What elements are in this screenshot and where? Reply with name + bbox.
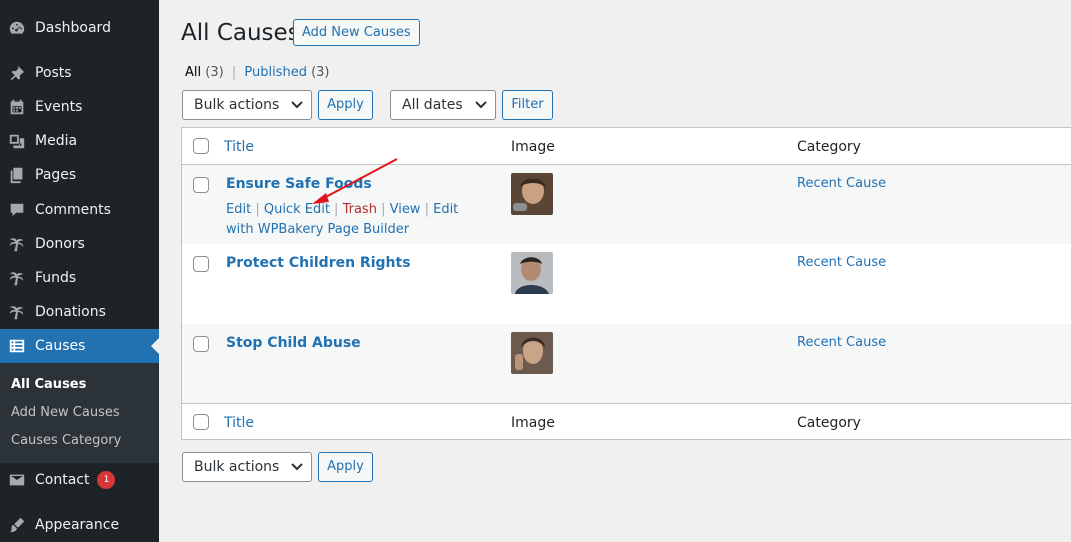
sidebar-item-label: Pages: [35, 167, 77, 183]
filter-button[interactable]: Filter: [502, 90, 553, 120]
row-category-link[interactable]: Recent Cause: [797, 176, 886, 191]
table-row: Stop Child Abuse Recent Cause: [182, 324, 1071, 403]
pin-icon: [7, 63, 27, 83]
causes-table: Title Image Category Ensure Safe Foods E…: [181, 127, 1071, 440]
row-category-link[interactable]: Recent Cause: [797, 255, 886, 270]
sidebar-item-donations[interactable]: Donations: [0, 295, 159, 329]
sidebar-item-donors[interactable]: Donors: [0, 227, 159, 261]
admin-sidebar: Dashboard Posts Events Media Pages Comme…: [0, 0, 159, 542]
column-image-footer: Image: [511, 415, 555, 431]
sidebar-item-comments[interactable]: Comments: [0, 193, 159, 227]
sidebar-item-pages[interactable]: Pages: [0, 158, 159, 192]
sidebar-item-label: Donors: [35, 236, 85, 252]
sidebar-item-events[interactable]: Events: [0, 90, 159, 124]
column-title-sort-footer[interactable]: Title: [224, 415, 254, 431]
palm-tree-icon: [7, 302, 27, 322]
apply-button-top[interactable]: Apply: [318, 90, 373, 120]
date-filter-value: All dates: [402, 97, 463, 113]
sidebar-item-label: Comments: [35, 202, 111, 218]
cause-thumbnail: [511, 252, 553, 294]
sidebar-item-posts[interactable]: Posts: [0, 56, 159, 90]
sidebar-item-label: Dashboard: [35, 20, 111, 36]
chevron-down-icon: [291, 463, 303, 471]
table-footer: Title Image Category: [182, 403, 1071, 440]
sidebar-item-contact[interactable]: Contact 1: [0, 463, 159, 497]
row-title-link[interactable]: Stop Child Abuse: [226, 335, 361, 351]
row-checkbox[interactable]: [193, 177, 209, 193]
bulk-actions-select-bottom[interactable]: Bulk actions: [182, 452, 312, 482]
sidebar-item-label: Events: [35, 99, 83, 115]
column-image: Image: [511, 139, 555, 155]
sidebar-item-label: Causes: [35, 338, 86, 354]
row-actions: Edit | Quick Edit | Trash | View | Edit …: [226, 202, 459, 237]
sidebar-item-appearance[interactable]: Appearance: [0, 508, 159, 542]
chevron-down-icon: [475, 101, 487, 109]
filter-all-link[interactable]: All: [185, 65, 201, 80]
select-all-checkbox[interactable]: [193, 138, 209, 154]
mail-icon: [7, 470, 27, 490]
sidebar-item-label: Posts: [35, 65, 72, 81]
filter-separator: |: [231, 65, 237, 80]
apply-button-bottom[interactable]: Apply: [318, 452, 373, 482]
cause-thumbnail: [511, 173, 553, 215]
main-content: All Causes Add New Causes All (3) | Publ…: [159, 0, 1071, 542]
sidebar-item-media[interactable]: Media: [0, 124, 159, 158]
sidebar-item-label: Donations: [35, 304, 106, 320]
chevron-down-icon: [291, 101, 303, 109]
media-icon: [7, 131, 27, 151]
palm-tree-icon: [7, 268, 27, 288]
sidebar-item-label: Contact: [35, 472, 90, 488]
notification-badge: 1: [97, 471, 116, 489]
pages-icon: [7, 165, 27, 185]
filter-published-link[interactable]: Published: [244, 65, 307, 80]
comment-icon: [7, 200, 27, 220]
sidebar-item-label: Funds: [35, 270, 77, 286]
sidebar-item-dashboard[interactable]: Dashboard: [0, 11, 159, 45]
palm-tree-icon: [7, 234, 27, 254]
trash-link[interactable]: Trash: [343, 202, 377, 217]
date-filter-select[interactable]: All dates: [390, 90, 496, 120]
cause-thumbnail: [511, 332, 553, 374]
sidebar-item-label: Appearance: [35, 517, 120, 533]
row-checkbox[interactable]: [193, 256, 209, 272]
table-row: Protect Children Rights Recent Cause: [182, 244, 1071, 323]
dashboard-icon: [7, 18, 27, 38]
quick-edit-link[interactable]: Quick Edit: [264, 202, 330, 217]
add-new-causes-button[interactable]: Add New Causes: [293, 19, 420, 46]
view-link[interactable]: View: [390, 202, 421, 217]
column-category-footer: Category: [797, 415, 861, 431]
submenu-all-causes[interactable]: All Causes: [11, 377, 86, 392]
sidebar-item-label: Media: [35, 133, 78, 149]
calendar-icon: [7, 97, 27, 117]
row-checkbox[interactable]: [193, 336, 209, 352]
row-category-link[interactable]: Recent Cause: [797, 335, 886, 350]
list-icon: [7, 336, 27, 356]
row-title-link[interactable]: Protect Children Rights: [226, 255, 411, 271]
submenu-add-new-causes[interactable]: Add New Causes: [11, 405, 120, 420]
edit-link[interactable]: Edit: [226, 202, 251, 217]
column-title-sort[interactable]: Title: [224, 139, 254, 155]
status-filter-links: All (3) | Published (3): [185, 65, 330, 80]
row-title-link[interactable]: Ensure Safe Foods: [226, 176, 372, 192]
filter-published-count: (3): [311, 65, 330, 80]
sidebar-item-causes[interactable]: Causes: [0, 329, 159, 363]
bulk-actions-select-top[interactable]: Bulk actions: [182, 90, 312, 120]
page-title: All Causes: [181, 20, 300, 46]
bulk-actions-value: Bulk actions: [194, 459, 280, 475]
select-all-checkbox-footer[interactable]: [193, 414, 209, 430]
bulk-actions-value: Bulk actions: [194, 97, 280, 113]
filter-all-count: (3): [205, 65, 224, 80]
causes-submenu: All Causes Add New Causes Causes Categor…: [0, 363, 159, 463]
column-category: Category: [797, 139, 861, 155]
sidebar-item-funds[interactable]: Funds: [0, 261, 159, 295]
table-header: Title Image Category: [182, 128, 1071, 165]
submenu-causes-category[interactable]: Causes Category: [11, 433, 121, 448]
table-row: Ensure Safe Foods Edit | Quick Edit | Tr…: [182, 165, 1071, 244]
brush-icon: [7, 515, 27, 535]
